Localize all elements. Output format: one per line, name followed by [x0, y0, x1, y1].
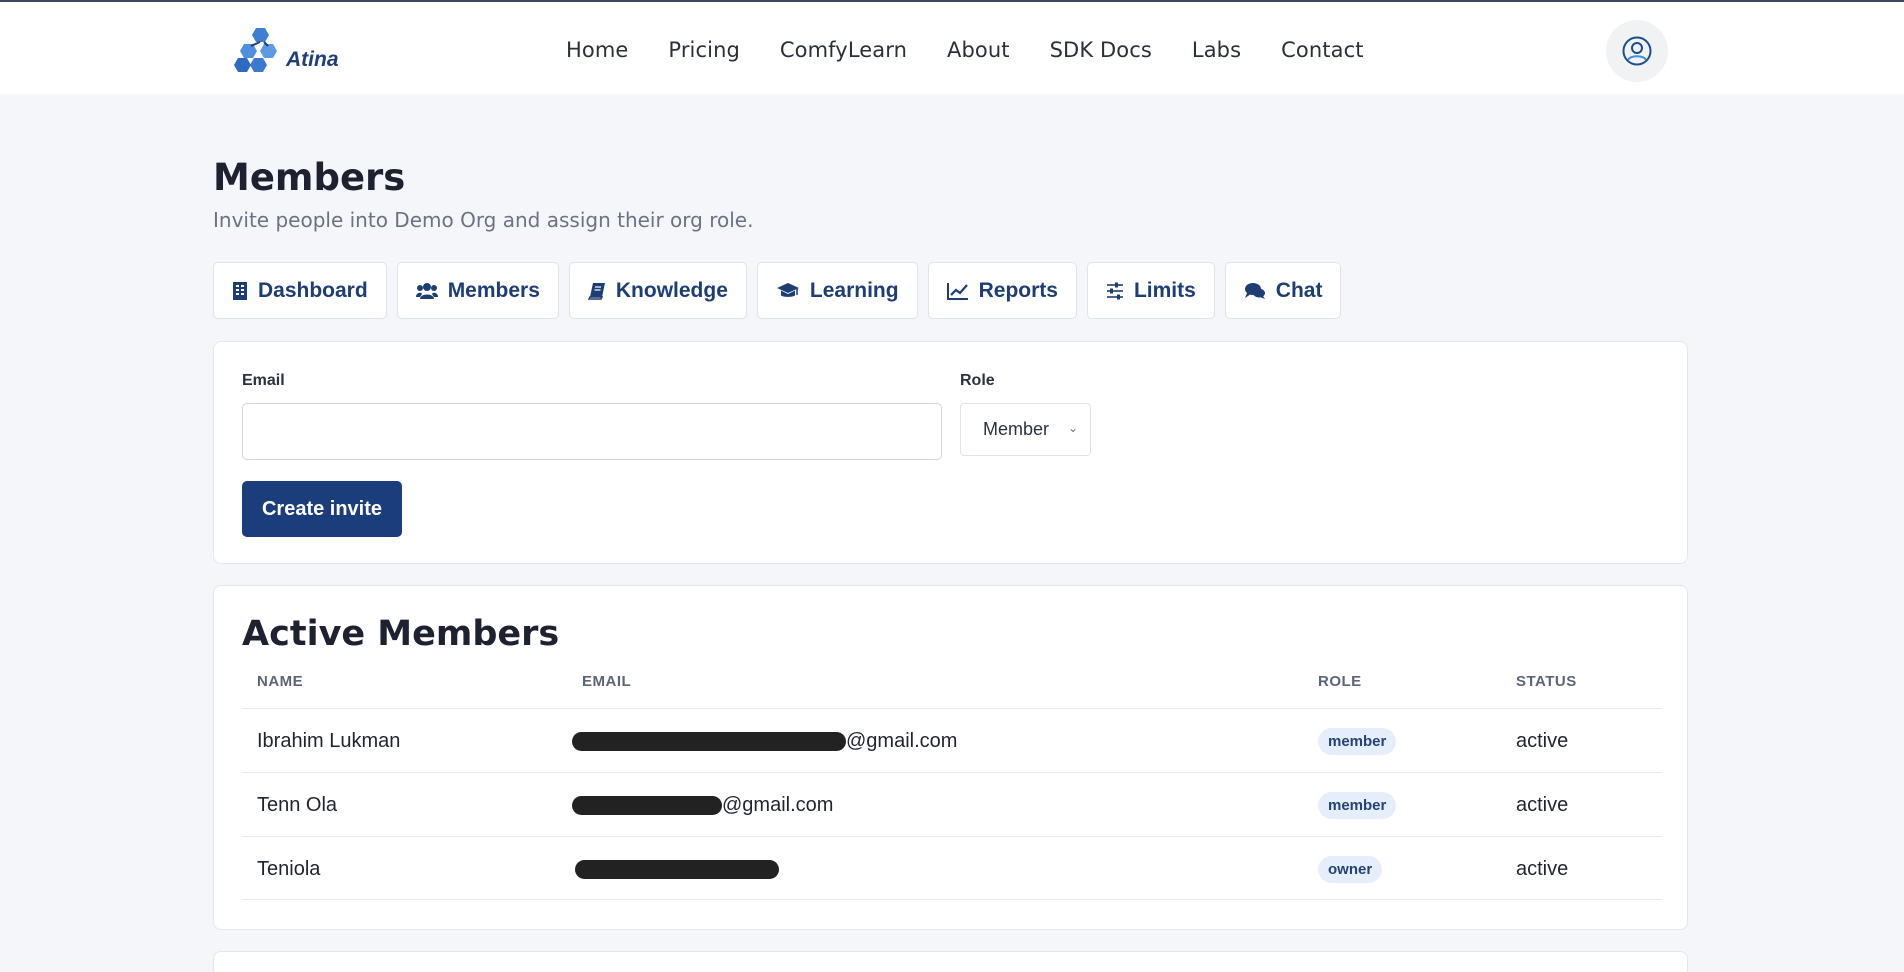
email-label: Email — [242, 372, 285, 389]
tab-dashboard[interactable]: Dashboard — [213, 262, 387, 319]
nav-link-home[interactable]: Home — [566, 38, 628, 62]
tab-limits[interactable]: Limits — [1086, 262, 1215, 319]
role-badge: member — [1318, 791, 1397, 819]
redacted-email — [572, 795, 722, 815]
role-select[interactable]: Member ⌄ — [960, 403, 1091, 456]
column-header-name: NAME — [257, 673, 304, 690]
column-header-email: EMAIL — [582, 673, 632, 690]
role-badge: owner — [1318, 855, 1383, 883]
comments-icon — [1244, 282, 1265, 299]
page-title: Members — [213, 156, 406, 199]
member-status: active — [1516, 857, 1569, 880]
tab-label: Chat — [1275, 278, 1323, 302]
page-subtitle: Invite people into Demo Org and assign t… — [213, 208, 754, 232]
email-input[interactable] — [242, 403, 942, 460]
graduation-cap-icon — [776, 282, 799, 297]
role-badge: member — [1318, 727, 1397, 755]
book-icon — [587, 282, 605, 300]
user-circle-icon — [1622, 36, 1652, 66]
nav-link-labs[interactable]: Labs — [1192, 38, 1241, 62]
nav-link-comfylearn[interactable]: ComfyLearn — [780, 38, 907, 62]
building-icon — [233, 281, 247, 300]
sliders-icon — [1106, 282, 1123, 299]
logo[interactable]: Atina — [234, 24, 344, 74]
line-chart-icon — [946, 282, 968, 300]
nav-link-contact[interactable]: Contact — [1281, 38, 1363, 62]
nav-link-about[interactable]: About — [947, 38, 1010, 62]
nav-link-sdk-docs[interactable]: SDK Docs — [1050, 38, 1152, 62]
tab-learning[interactable]: Learning — [756, 262, 918, 319]
role-select-value: Member — [983, 419, 1050, 439]
column-header-role: ROLE — [1318, 673, 1362, 690]
tab-label: Learning — [809, 278, 899, 302]
member-status: active — [1516, 793, 1569, 816]
users-icon — [415, 282, 438, 299]
tab-knowledge[interactable]: Knowledge — [568, 262, 747, 319]
member-email-suffix: @gmail.com — [846, 729, 958, 752]
member-email-suffix: @gmail.com — [722, 793, 834, 816]
profile-button[interactable] — [1606, 20, 1668, 82]
tab-label: Members — [447, 278, 540, 302]
member-name: Ibrahim Lukman — [257, 729, 401, 752]
tab-label: Reports — [978, 278, 1058, 302]
create-invite-button[interactable]: Create invite — [242, 481, 402, 537]
member-role: owner — [1318, 837, 1383, 901]
tab-label: Knowledge — [615, 278, 728, 302]
table-row[interactable]: Teniola owner active — [242, 836, 1662, 900]
tab-label: Dashboard — [258, 278, 368, 302]
member-role: member — [1318, 709, 1397, 773]
tab-chat[interactable]: Chat — [1224, 262, 1342, 319]
role-label: Role — [960, 372, 995, 389]
logo-text: Atina — [286, 48, 339, 71]
navbar: Atina Home Pricing ComfyLearn About SDK … — [0, 2, 1904, 94]
table-row[interactable]: Tenn Ola @gmail.com member active — [242, 772, 1662, 836]
chevron-down-icon: ⌄ — [1067, 421, 1078, 435]
tab-members[interactable]: Members — [396, 262, 559, 319]
section-tabs: Dashboard Members Knowledge Learning Rep… — [213, 262, 1342, 319]
redacted-email — [572, 731, 846, 751]
nav-links: Home Pricing ComfyLearn About SDK Docs L… — [566, 38, 1404, 62]
member-name: Tenn Ola — [257, 793, 338, 816]
invite-card: Email Role Member ⌄ Create invite — [213, 341, 1688, 564]
hexagon-logo-icon — [234, 28, 277, 72]
column-header-status: STATUS — [1516, 673, 1577, 690]
member-email: @gmail.com — [572, 709, 957, 773]
active-members-title: Active Members — [242, 614, 560, 654]
member-email — [575, 837, 779, 901]
nav-link-pricing[interactable]: Pricing — [668, 38, 739, 62]
next-section-card — [213, 951, 1688, 972]
tab-label: Limits — [1133, 278, 1196, 302]
member-name: Teniola — [257, 857, 321, 880]
table-row[interactable]: Ibrahim Lukman @gmail.com member active — [242, 708, 1662, 772]
redacted-email — [575, 859, 779, 879]
member-status: active — [1516, 729, 1569, 752]
tab-reports[interactable]: Reports — [927, 262, 1077, 319]
member-role: member — [1318, 773, 1397, 837]
member-email: @gmail.com — [572, 773, 833, 837]
active-members-card: Active Members NAME EMAIL ROLE STATUS Ib… — [213, 585, 1688, 930]
